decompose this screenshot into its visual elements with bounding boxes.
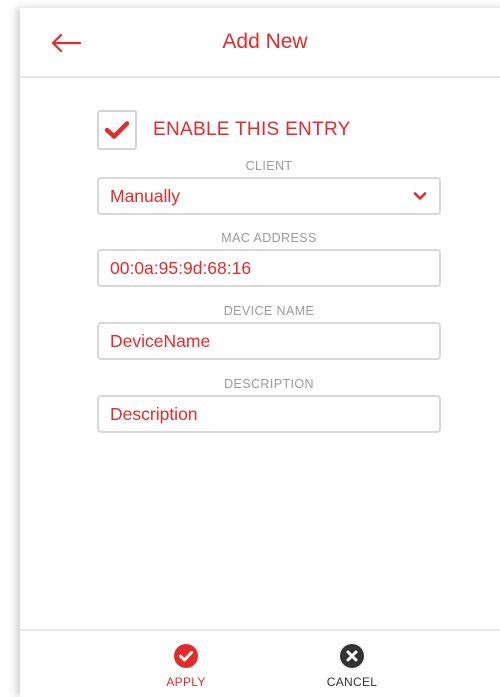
page-title: Add New xyxy=(222,30,308,53)
cancel-label: CANCEL xyxy=(326,675,378,689)
mac-address-value: 00:0a:95:9d:68:16 xyxy=(110,257,252,278)
apply-button[interactable]: APPLY xyxy=(146,643,226,689)
enable-entry-toggle[interactable]: ENABLE THIS ENTRY xyxy=(97,110,351,150)
enable-label: ENABLE THIS ENTRY xyxy=(153,119,351,140)
checkmark-icon xyxy=(104,121,130,139)
description-label: DESCRIPTION xyxy=(224,377,314,391)
device-name-label: DEVICE NAME xyxy=(223,304,315,318)
close-circle-icon xyxy=(340,644,364,668)
device-name-value: DeviceName xyxy=(110,330,211,351)
description-value: Description xyxy=(110,403,198,424)
client-value: Manually xyxy=(110,185,181,206)
description-input[interactable]: Description xyxy=(97,395,441,433)
apply-label: APPLY xyxy=(166,675,206,689)
header: Add New xyxy=(20,8,500,78)
mac-address-input[interactable]: 00:0a:95:9d:68:16 xyxy=(97,249,441,287)
device-name-input[interactable]: DeviceName xyxy=(97,322,441,360)
chevron-down-icon xyxy=(413,192,427,200)
mac-address-label: MAC ADDRESS xyxy=(221,231,317,245)
dialog: Add New ENABLE THIS ENTRY CLIENT Manuall… xyxy=(20,8,500,697)
footer-actions: APPLY CANCEL xyxy=(20,629,500,697)
cancel-button[interactable]: CANCEL xyxy=(312,643,392,689)
check-circle-icon xyxy=(174,644,198,668)
client-select[interactable]: Manually xyxy=(97,177,441,215)
enable-checkbox[interactable] xyxy=(97,110,137,150)
client-label: CLIENT xyxy=(245,159,293,173)
